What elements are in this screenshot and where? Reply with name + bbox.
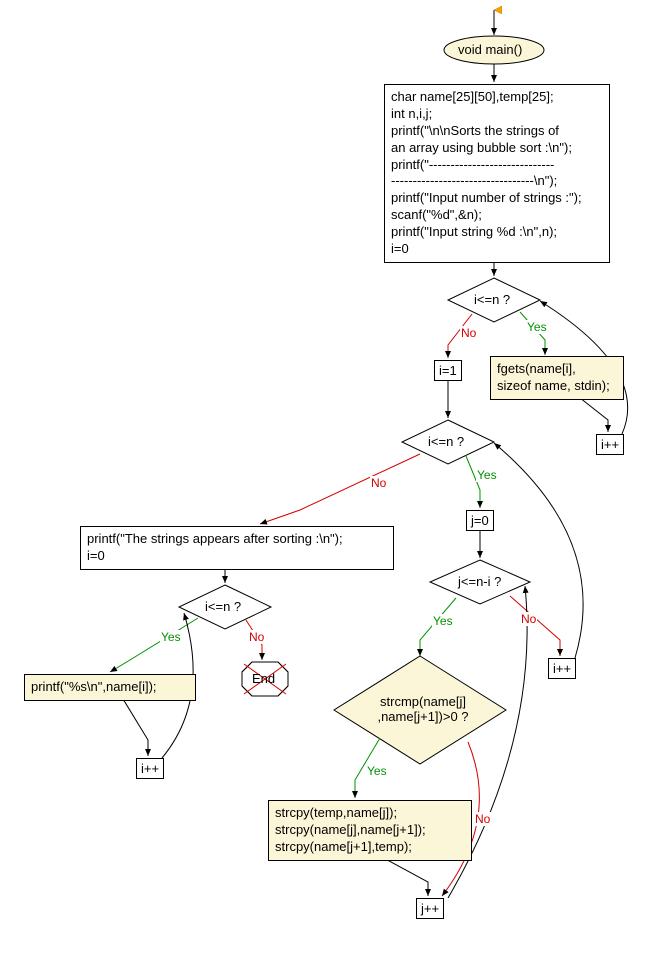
cond-i-le-n-3: i<=n ?: [205, 599, 241, 614]
yes-label-5: Yes: [160, 630, 182, 644]
j-set-0: j=0: [466, 510, 494, 531]
swap-text: strcpy(temp,name[j]); strcpy(name[j],nam…: [275, 805, 426, 854]
no-label-2: No: [370, 476, 387, 490]
print-header-block: printf("The strings appears after sortin…: [80, 526, 394, 570]
cond-j-le-n-i: j<=n-i ?: [458, 574, 501, 589]
fgets-text: fgets(name[i], sizeof name, stdin);: [497, 361, 610, 393]
init-text: char name[25][50],temp[25]; int n,i,j; p…: [391, 89, 582, 256]
no-label-5: No: [248, 630, 265, 644]
yes-label-2: Yes: [476, 468, 498, 482]
fgets-block: fgets(name[i], sizeof name, stdin);: [490, 356, 624, 400]
end-node: End: [252, 671, 275, 686]
i-increment-1: i++: [596, 434, 624, 455]
init-block: char name[25][50],temp[25]; int n,i,j; p…: [384, 84, 610, 263]
yes-label-3: Yes: [432, 614, 454, 628]
yes-label: Yes: [526, 320, 548, 334]
i-increment-2: i++: [548, 658, 576, 679]
swap-block: strcpy(temp,name[j]); strcpy(name[j],nam…: [268, 800, 472, 861]
cond-i-le-n-2: i<=n ?: [428, 434, 464, 449]
print-header-text: printf("The strings appears after sortin…: [87, 531, 343, 563]
no-label: No: [460, 326, 477, 340]
no-label-3: No: [520, 612, 537, 626]
yes-label-4: Yes: [366, 764, 388, 778]
cond-i-le-n-1: i<=n ?: [474, 292, 510, 307]
print-line-text: printf("%s\n",name[i]);: [31, 679, 157, 694]
print-line-block: printf("%s\n",name[i]);: [24, 674, 196, 701]
i-set-1: i=1: [434, 360, 462, 381]
cond-strcmp: strcmp(name[j] ,name[j+1])>0 ?: [368, 694, 478, 724]
no-label-4: No: [474, 812, 491, 826]
start-node: void main(): [458, 42, 522, 57]
i-increment-3: i++: [136, 758, 164, 779]
j-increment: j++: [416, 898, 444, 919]
